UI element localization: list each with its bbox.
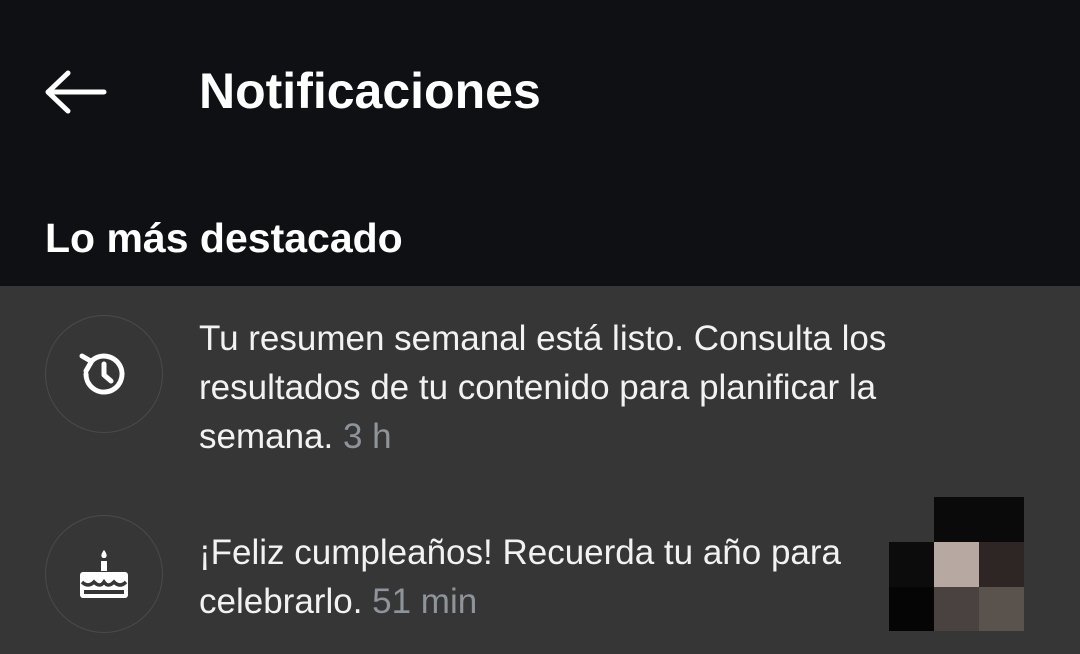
arrow-left-icon bbox=[45, 70, 107, 114]
notification-text: ¡Feliz cumpleaños! Recuerda tu año para … bbox=[199, 528, 859, 626]
thumbnail-pixel bbox=[934, 587, 979, 631]
notification-message: ¡Feliz cumpleaños! Recuerda tu año para … bbox=[199, 533, 842, 621]
birthday-cake-icon bbox=[80, 550, 128, 598]
thumbnail-pixel bbox=[889, 542, 934, 587]
section-heading: Lo más destacado bbox=[45, 215, 403, 261]
notification-item-weekly-summary[interactable]: Tu resumen semanal está listo. Consulta … bbox=[0, 286, 1080, 486]
notification-time: 51 min bbox=[372, 582, 478, 621]
thumbnail-pixel bbox=[934, 542, 979, 587]
notification-icon-circle bbox=[45, 515, 163, 633]
history-clock-icon bbox=[79, 353, 125, 395]
notification-thumbnail[interactable] bbox=[889, 497, 1024, 631]
notification-icon-circle bbox=[45, 315, 163, 433]
notification-time: 3 h bbox=[342, 417, 392, 456]
page-title: Notificaciones bbox=[199, 63, 541, 119]
notification-list: Tu resumen semanal está listo. Consulta … bbox=[0, 286, 1080, 654]
thumbnail-pixel bbox=[889, 587, 934, 631]
notification-text: Tu resumen semanal está listo. Consulta … bbox=[199, 314, 989, 461]
notification-item-birthday[interactable]: ¡Feliz cumpleaños! Recuerda tu año para … bbox=[0, 486, 1080, 654]
thumbnail-pixel bbox=[934, 497, 1024, 542]
thumbnail-pixel bbox=[979, 542, 1024, 587]
notification-message: Tu resumen semanal está listo. Consulta … bbox=[199, 319, 887, 456]
back-button[interactable] bbox=[40, 62, 112, 122]
thumbnail-pixel bbox=[979, 587, 1024, 631]
app-header: Notificaciones Lo más destacado bbox=[0, 0, 1080, 261]
